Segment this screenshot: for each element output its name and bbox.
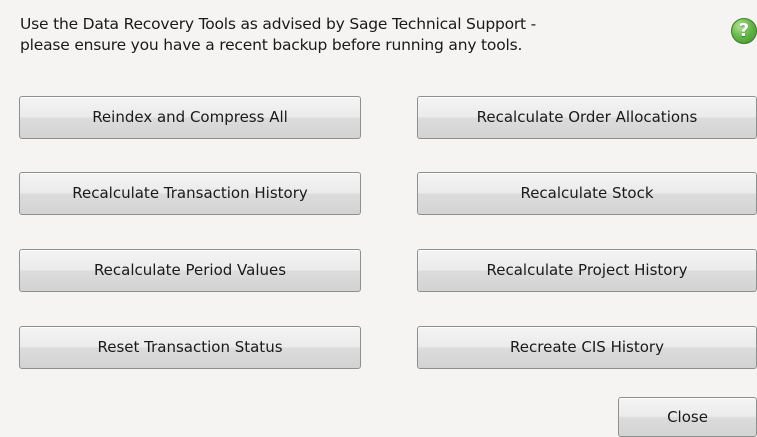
recalculate-stock-button[interactable]: Recalculate Stock [417,172,757,215]
recreate-cis-history-button[interactable]: Recreate CIS History [417,326,757,369]
recalculate-transaction-history-button[interactable]: Recalculate Transaction History [19,172,361,215]
reset-transaction-status-button[interactable]: Reset Transaction Status [19,326,361,369]
recalculate-order-allocations-button[interactable]: Recalculate Order Allocations [417,96,757,139]
recalculate-project-history-button[interactable]: Recalculate Project History [417,249,757,292]
help-icon[interactable]: ? [731,18,757,44]
recalculate-period-values-button[interactable]: Recalculate Period Values [19,249,361,292]
close-button[interactable]: Close [618,397,757,437]
reindex-compress-all-button[interactable]: Reindex and Compress All [19,96,361,139]
instructions-line-2: please ensure you have a recent backup b… [20,36,523,54]
instructions-text: Use the Data Recovery Tools as advised b… [20,14,640,56]
instructions-line-1: Use the Data Recovery Tools as advised b… [20,15,537,33]
